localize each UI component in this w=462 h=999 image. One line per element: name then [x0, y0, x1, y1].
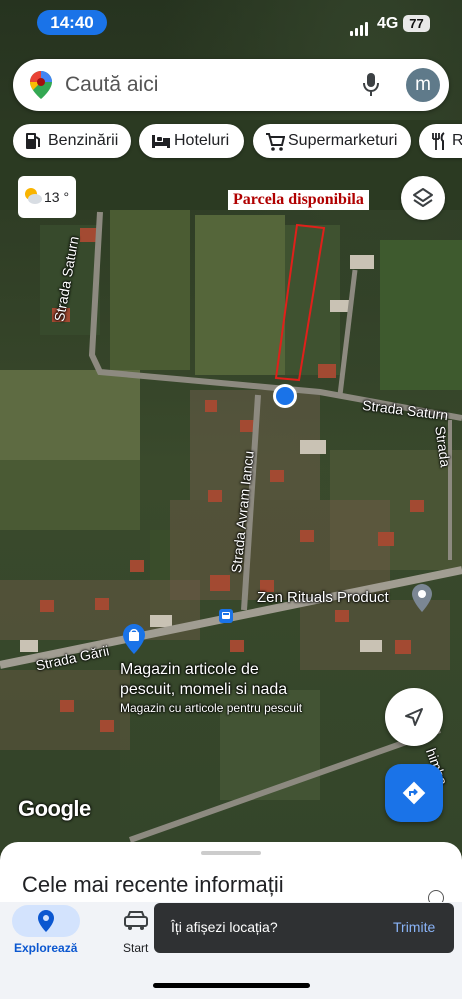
chip-restaurante[interactable]: R — [419, 124, 462, 158]
google-attribution: Google — [18, 796, 91, 821]
location-toast: Îți afișezi locația? Trimite — [154, 903, 454, 953]
chip-label: Hoteluri — [174, 132, 230, 149]
search-input[interactable]: Caută aici — [65, 73, 158, 97]
nav-explore-label[interactable]: Explorează — [14, 941, 77, 955]
nav-explore[interactable] — [12, 905, 80, 937]
chip-supermarketuri[interactable]: Supermarketuri — [253, 124, 411, 158]
bed-icon — [151, 124, 171, 171]
status-time: 14:40 — [37, 10, 107, 35]
chip-label: Benzinării — [48, 132, 119, 149]
nav-start-label[interactable]: Start — [123, 941, 148, 955]
directions-icon — [402, 781, 426, 810]
shopping-bag-pin-icon[interactable] — [123, 624, 145, 659]
maps-pin-logo-icon — [30, 71, 52, 104]
layers-button[interactable] — [401, 176, 445, 220]
network-label: 4G — [377, 15, 399, 32]
place-name-line2[interactable]: pescuit, momeli si nada — [120, 681, 287, 699]
chip-hoteluri[interactable]: Hoteluri — [139, 124, 244, 158]
microphone-icon[interactable] — [363, 73, 379, 102]
toast-message: Îți afișezi locația? — [171, 919, 278, 935]
place-pin-icon[interactable] — [412, 584, 432, 617]
map-view[interactable]: 14:40 4G 77 Caută aici m Benzinării Hote… — [0, 0, 462, 850]
drag-handle[interactable] — [201, 851, 261, 855]
signal-icon — [350, 18, 370, 36]
layers-icon — [412, 187, 434, 214]
toast-send-button[interactable]: Trimite — [393, 919, 435, 935]
place-label-zen[interactable]: Zen Rituals Product — [257, 589, 389, 606]
search-bar[interactable]: Caută aici m — [13, 59, 449, 111]
place-name-line1[interactable]: Magazin articole de — [120, 661, 259, 679]
weather-badge[interactable]: 13 ° — [18, 176, 76, 218]
parcel-label: Parcela disponibila — [228, 190, 369, 210]
navigation-arrow-icon — [404, 707, 424, 732]
directions-button[interactable] — [385, 764, 443, 822]
chip-label: R — [452, 132, 462, 149]
chip-label: Supermarketuri — [288, 132, 398, 149]
my-location-button[interactable] — [385, 688, 443, 746]
avatar[interactable]: m — [406, 68, 440, 102]
bus-stop-icon[interactable] — [219, 609, 233, 623]
weather-temp: 13 ° — [44, 189, 70, 205]
partly-sunny-icon — [23, 187, 43, 208]
place-description: Magazin cu articole pentru pescuit — [120, 701, 303, 715]
restaurant-icon — [431, 124, 447, 171]
car-icon[interactable] — [124, 911, 148, 936]
battery-icon: 77 — [403, 15, 430, 32]
home-indicator[interactable] — [153, 983, 310, 988]
location-pin-icon — [38, 910, 54, 937]
cart-icon — [265, 124, 286, 171]
status-bar: 14:40 4G 77 — [0, 0, 462, 44]
sheet-title: Cele mai recente informații — [22, 872, 284, 897]
gas-station-icon — [25, 124, 41, 171]
chip-benzinarii[interactable]: Benzinării — [13, 124, 131, 158]
